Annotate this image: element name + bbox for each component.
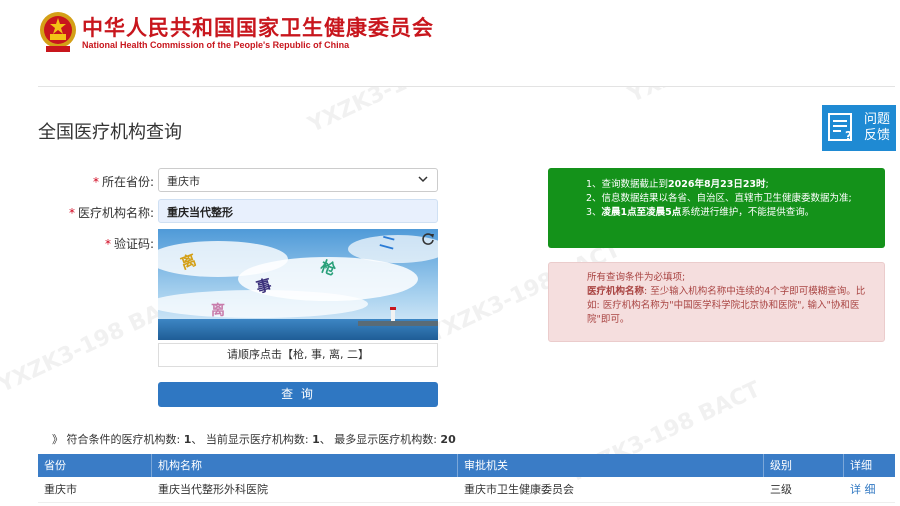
captcha-hint: 请顺序点击【枪, 事, 离, 二】 bbox=[158, 343, 438, 367]
notice-line: 2、信息数据结果以各省、自治区、直辖市卫生健康委数据为准; bbox=[586, 193, 852, 204]
province-value: 重庆市 bbox=[167, 175, 200, 188]
notice-info: 1、查询数据截止到2026年8月23日23时; 2、信息数据结果以各省、自治区、… bbox=[548, 168, 885, 248]
cell-org-name: 重庆当代整形外科医院 bbox=[158, 483, 268, 496]
chevron-down-icon bbox=[418, 176, 428, 183]
captcha-char[interactable]: 离 bbox=[211, 302, 225, 319]
org-name-input[interactable]: 重庆当代整形 bbox=[158, 199, 438, 223]
notice-line: 所有查询条件为必填项; bbox=[587, 272, 686, 283]
national-emblem-icon bbox=[40, 12, 76, 52]
feedback-button[interactable]: ? 问题 反馈 bbox=[822, 105, 896, 151]
province-label: * 所在省份: bbox=[92, 175, 154, 189]
cell-province: 重庆市 bbox=[44, 483, 77, 496]
notice-line: 医疗机构名称: 至少输入机构名称中连续的4个字即可模糊查询。比如: 医疗机构名称… bbox=[587, 286, 866, 325]
table-row: 重庆市 重庆当代整形外科医院 重庆市卫生健康委员会 三级 详 细 bbox=[38, 477, 895, 503]
captcha-image[interactable]: 二 离 事 枪 离 bbox=[158, 229, 438, 340]
result-summary: 》 符合条件的医疗机构数: 1、 当前显示医疗机构数: 1、 最多显示医疗机构数… bbox=[52, 433, 456, 446]
refresh-icon[interactable] bbox=[421, 232, 435, 246]
query-button[interactable]: 查 询 bbox=[158, 382, 438, 407]
page-title: 全国医疗机构查询 bbox=[38, 122, 182, 143]
cell-level: 三级 bbox=[770, 483, 792, 496]
feedback-label: 问题 反馈 bbox=[864, 112, 891, 143]
notice-line: 3、凌晨1点至凌晨5点系统进行维护，不能提供查询。 bbox=[586, 207, 815, 218]
column-header: 审批机关 bbox=[458, 454, 764, 477]
org-name-label: * 医疗机构名称: bbox=[68, 206, 154, 220]
site-header: 中华人民共和国国家卫生健康委员会 National Health Commiss… bbox=[0, 0, 900, 86]
detail-link[interactable]: 详 细 bbox=[844, 477, 895, 502]
column-header: 详细 bbox=[850, 459, 872, 472]
captcha-label: * 验证码: bbox=[104, 237, 154, 251]
site-subtitle: National Health Commission of the People… bbox=[82, 40, 350, 50]
province-select[interactable]: 重庆市 bbox=[158, 168, 438, 192]
svg-text:?: ? bbox=[845, 129, 852, 143]
column-header: 省份 bbox=[38, 454, 152, 477]
column-header: 级别 bbox=[764, 454, 844, 477]
divider bbox=[38, 86, 895, 87]
site-title[interactable]: 中华人民共和国国家卫生健康委员会 bbox=[82, 12, 434, 42]
column-header: 机构名称 bbox=[152, 454, 458, 477]
notice-rules: 所有查询条件为必填项; 医疗机构名称: 至少输入机构名称中连续的4个字即可模糊查… bbox=[548, 262, 885, 342]
cell-authority: 重庆市卫生健康委员会 bbox=[464, 483, 574, 496]
feedback-icon: ? bbox=[828, 113, 852, 143]
table-header: 省份 机构名称 审批机关 级别 详细 bbox=[38, 454, 895, 477]
notice-line: 1、查询数据截止到2026年8月23日23时; bbox=[586, 179, 769, 190]
results-table: 省份 机构名称 审批机关 级别 详细 重庆市 重庆当代整形外科医院 重庆市卫生健… bbox=[38, 454, 895, 503]
